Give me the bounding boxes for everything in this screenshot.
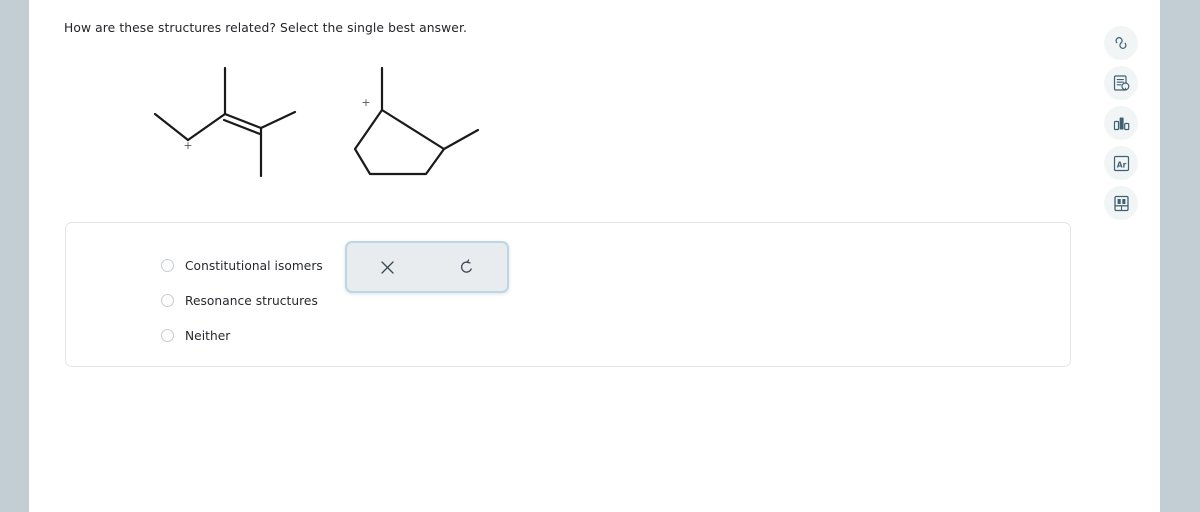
bar-chart-icon [1113, 117, 1129, 130]
rail-button-infinity[interactable] [1104, 26, 1138, 60]
radio-resonance-structures[interactable] [161, 294, 174, 307]
option-neither[interactable]: Neither [161, 318, 421, 353]
clear-button[interactable] [347, 243, 427, 291]
radio-constitutional-isomers[interactable] [161, 259, 174, 272]
rail-button-element[interactable]: Ar [1104, 146, 1138, 180]
rail-button-periodic-table[interactable] [1104, 186, 1138, 220]
element-ar-icon: Ar [1113, 155, 1129, 171]
carbocation-charge-left: + [183, 139, 192, 152]
undo-arrow-icon [460, 259, 472, 273]
structure-2-bonds [353, 66, 480, 176]
structure-display-area: + + [64, 48, 584, 198]
drawing-tool-panel[interactable] [345, 241, 509, 293]
infinity-icon [1115, 37, 1127, 49]
undo-button[interactable] [427, 243, 507, 291]
tool-rail: Ar [1104, 26, 1138, 226]
question-prompt: How are these structures related? Select… [64, 21, 467, 35]
structures-svg: + + [153, 66, 480, 178]
rail-button-chart[interactable] [1104, 106, 1138, 140]
option-label-constitutional-isomers: Constitutional isomers [185, 258, 323, 273]
page-root: How are these structures related? Select… [0, 0, 1200, 512]
radio-neither[interactable] [161, 329, 174, 342]
element-symbol-label: Ar [1116, 160, 1126, 169]
option-label-neither: Neither [185, 328, 231, 343]
question-sheet: How are these structures related? Select… [29, 0, 1160, 512]
document-hint-icon [1113, 74, 1129, 91]
carbocation-charge-right: + [361, 96, 370, 109]
close-x-icon [380, 260, 394, 274]
structure-1-bonds [153, 66, 297, 178]
option-label-resonance-structures: Resonance structures [185, 293, 318, 308]
periodic-table-icon [1113, 195, 1129, 211]
rail-button-hint[interactable] [1104, 66, 1138, 100]
answer-choices-card: Constitutional isomers Resonance structu… [65, 222, 1071, 367]
